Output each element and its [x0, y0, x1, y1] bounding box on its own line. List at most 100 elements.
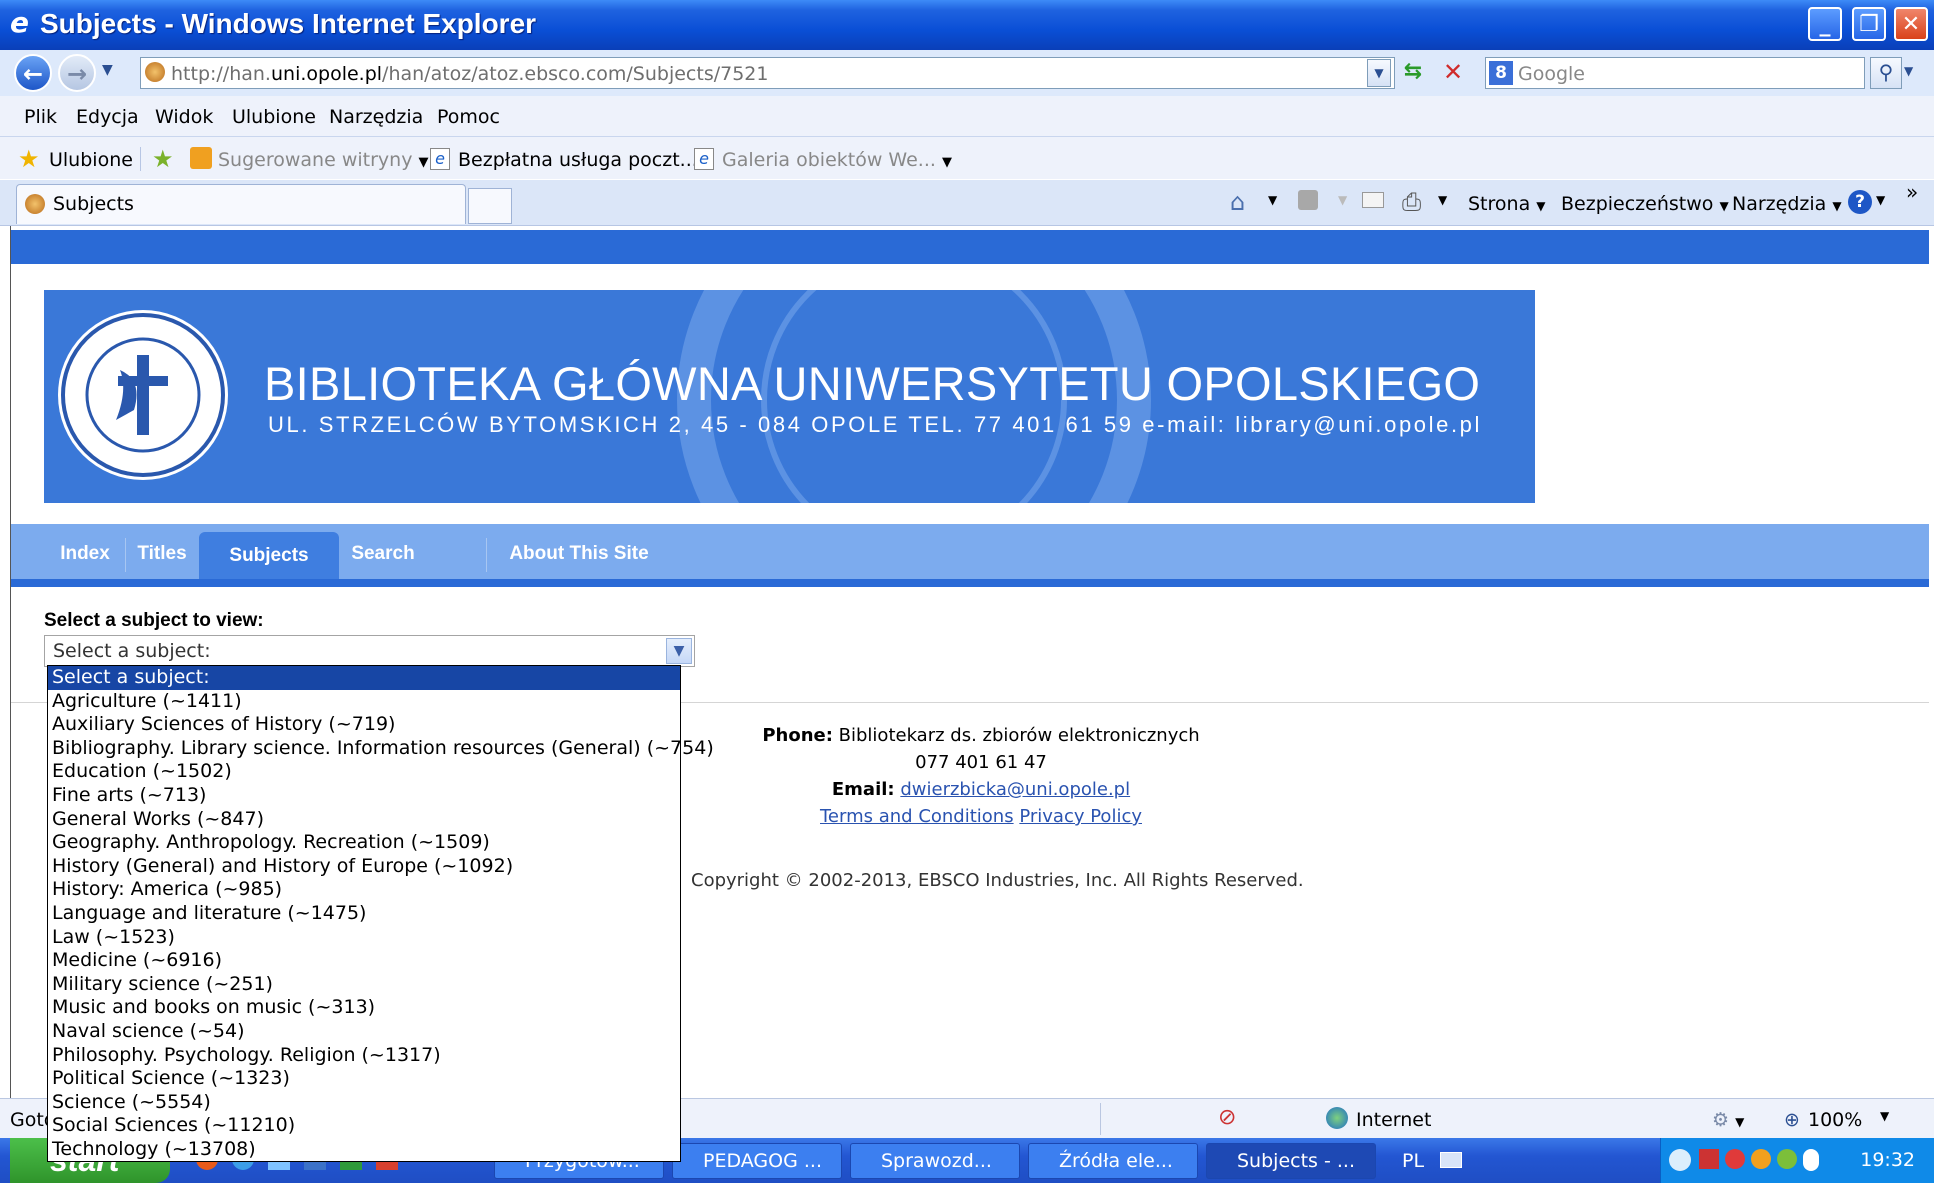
back-button[interactable]: ←: [14, 54, 52, 92]
tools-menu[interactable]: Narzędzia ▼: [1732, 193, 1842, 215]
zoom-level[interactable]: 100%: [1808, 1109, 1862, 1131]
restore-button[interactable]: ❐: [1852, 7, 1886, 41]
privacy-link[interactable]: Privacy Policy: [1019, 806, 1142, 827]
subject-option[interactable]: Education (~1502): [48, 760, 680, 784]
feeds-dropdown-icon: ▼: [1338, 193, 1348, 207]
tray-icon[interactable]: [1751, 1149, 1771, 1169]
nav-tab-subjects[interactable]: Subjects: [199, 532, 339, 579]
tray-icon[interactable]: [1725, 1149, 1745, 1169]
home-dropdown-icon[interactable]: ▼: [1268, 193, 1277, 207]
subject-option[interactable]: Social Sciences (~11210): [48, 1114, 680, 1138]
subject-select-label: Select a subject to view:: [44, 610, 264, 631]
subject-option[interactable]: Law (~1523): [48, 926, 680, 950]
banner-address: UL. STRZELCÓW BYTOMSKICH 2, 45 - 084 OPO…: [268, 412, 1482, 437]
menu-bar: Plik Edycja Widok Ulubione Narzędzia Pom…: [0, 96, 1934, 137]
chevron-down-icon[interactable]: ▼: [666, 638, 692, 664]
search-box[interactable]: 8 Google: [1485, 57, 1865, 89]
subject-option[interactable]: Technology (~13708): [48, 1138, 680, 1162]
minimize-button[interactable]: _: [1808, 7, 1842, 41]
new-tab-button[interactable]: [468, 188, 512, 224]
suggested-sites-icon: [190, 147, 212, 169]
subject-option[interactable]: Philosophy. Psychology. Religion (~1317): [48, 1044, 680, 1068]
subject-option[interactable]: Political Science (~1323): [48, 1067, 680, 1091]
subject-option[interactable]: Music and books on music (~313): [48, 996, 680, 1020]
print-icon[interactable]: ⎙: [1402, 188, 1421, 216]
nav-tab-titles[interactable]: Titles: [126, 534, 198, 574]
nav-tab-search[interactable]: Search: [341, 534, 425, 574]
menu-tools[interactable]: Narzędzia: [329, 106, 423, 128]
subject-option[interactable]: Science (~5554): [48, 1091, 680, 1115]
ie-logo-icon: e: [10, 6, 29, 39]
email-link[interactable]: dwierzbicka@uni.opole.pl: [900, 779, 1130, 800]
terms-link[interactable]: Terms and Conditions: [820, 806, 1014, 827]
nav-tab-index[interactable]: Index: [45, 534, 125, 574]
forward-button[interactable]: →: [58, 54, 96, 92]
stop-icon[interactable]: ✕: [1437, 57, 1469, 89]
google-search-provider-icon: 8: [1489, 61, 1513, 85]
help-icon[interactable]: ?: [1848, 190, 1872, 214]
tab-subjects[interactable]: Subjects: [16, 184, 466, 224]
subject-select[interactable]: Select a subject: ▼: [44, 635, 695, 667]
web-slice-gallery-link[interactable]: Galeria obiektów We... ▼: [722, 149, 952, 171]
subject-option[interactable]: Language and literature (~1475): [48, 902, 680, 926]
taskbar-item[interactable]: Źródła ele...: [1028, 1143, 1198, 1179]
search-go-button[interactable]: ⚲: [1870, 57, 1902, 89]
subject-option[interactable]: Geography. Anthropology. Recreation (~15…: [48, 831, 680, 855]
window-title: Subjects - Windows Internet Explorer: [40, 8, 537, 39]
subject-option[interactable]: Fine arts (~713): [48, 784, 680, 808]
menu-edit[interactable]: Edycja: [76, 106, 139, 128]
refresh-icon[interactable]: ⇆: [1397, 57, 1429, 89]
address-field[interactable]: http://han.uni.opole.pl/han/atoz/atoz.eb…: [140, 57, 1395, 89]
nav-tab-about[interactable]: About This Site: [489, 534, 669, 574]
subject-option[interactable]: History (General) and History of Europe …: [48, 855, 680, 879]
safety-menu[interactable]: Bezpieczeństwo ▼: [1561, 193, 1729, 215]
feeds-icon[interactable]: [1298, 190, 1318, 210]
menu-view[interactable]: Widok: [155, 106, 213, 128]
print-dropdown-icon[interactable]: ▼: [1438, 193, 1447, 207]
menu-help[interactable]: Pomoc: [437, 106, 500, 128]
suggested-sites-link[interactable]: Sugerowane witryny ▼: [218, 149, 428, 171]
free-mail-link[interactable]: Bezpłatna usługa poczt...: [458, 149, 698, 171]
language-indicator[interactable]: PL: [1402, 1150, 1424, 1172]
subject-option[interactable]: Auxiliary Sciences of History (~719): [48, 713, 680, 737]
subject-option[interactable]: Naval science (~54): [48, 1020, 680, 1044]
address-row: ← → ▼ http://han.uni.opole.pl/han/atoz/a…: [0, 50, 1934, 96]
subject-option[interactable]: Military science (~251): [48, 973, 680, 997]
history-dropdown-icon[interactable]: ▼: [102, 62, 113, 78]
system-tray: 19:32: [1660, 1138, 1934, 1183]
taskbar-item-active[interactable]: Subjects - ...: [1206, 1143, 1376, 1179]
subject-option[interactable]: Medicine (~6916): [48, 949, 680, 973]
taskbar-item[interactable]: Sprawozd...: [850, 1143, 1020, 1179]
close-button[interactable]: ✕: [1894, 7, 1928, 41]
tray-icon[interactable]: [1699, 1149, 1719, 1169]
window-titlebar: e Subjects - Windows Internet Explorer _…: [0, 0, 1934, 50]
zoom-dropdown-icon[interactable]: ▼: [1880, 1109, 1889, 1123]
address-dropdown-icon[interactable]: ▼: [1367, 59, 1391, 87]
tray-icon[interactable]: [1777, 1149, 1797, 1169]
help-dropdown-icon[interactable]: ▼: [1876, 193, 1885, 207]
read-mail-icon[interactable]: [1362, 192, 1384, 208]
nav-separator: [486, 538, 487, 572]
subject-option[interactable]: Select a subject:: [48, 666, 680, 690]
page-menu[interactable]: Strona ▼: [1468, 193, 1546, 215]
zoom-icon[interactable]: ⊕: [1784, 1109, 1800, 1131]
menu-file[interactable]: Plik: [24, 106, 57, 128]
subject-option[interactable]: Agriculture (~1411): [48, 690, 680, 714]
banner-title: BIBLIOTEKA GŁÓWNA UNIWERSYTETU OPOLSKIEG…: [264, 357, 1481, 410]
search-options-icon[interactable]: ▼: [1904, 64, 1913, 78]
tray-expand-icon[interactable]: [1669, 1149, 1691, 1171]
subject-option[interactable]: History: America (~985): [48, 878, 680, 902]
add-favorite-icon[interactable]: ★: [152, 145, 174, 173]
taskbar-item[interactable]: PEDAGOG ...: [672, 1143, 842, 1179]
favorites-button[interactable]: Ulubione: [49, 149, 133, 171]
menu-favorites[interactable]: Ulubione: [232, 106, 316, 128]
more-commands-chevron-icon[interactable]: »: [1906, 180, 1918, 204]
bluetooth-icon[interactable]: [1803, 1149, 1819, 1171]
subject-options-list[interactable]: Select a subject: Agriculture (~1411) Auxi…: [47, 665, 714, 1162]
add-ons-icon[interactable]: ⚙ ▼: [1712, 1109, 1744, 1131]
copyright-text: Copyright © 2002-2013, EBSCO Industries,…: [691, 870, 1304, 891]
home-icon[interactable]: ⌂: [1230, 188, 1245, 216]
keyboard-icon[interactable]: [1440, 1152, 1462, 1168]
subject-option[interactable]: Bibliography. Library science. Informati…: [48, 737, 714, 761]
subject-option[interactable]: General Works (~847): [48, 808, 680, 832]
